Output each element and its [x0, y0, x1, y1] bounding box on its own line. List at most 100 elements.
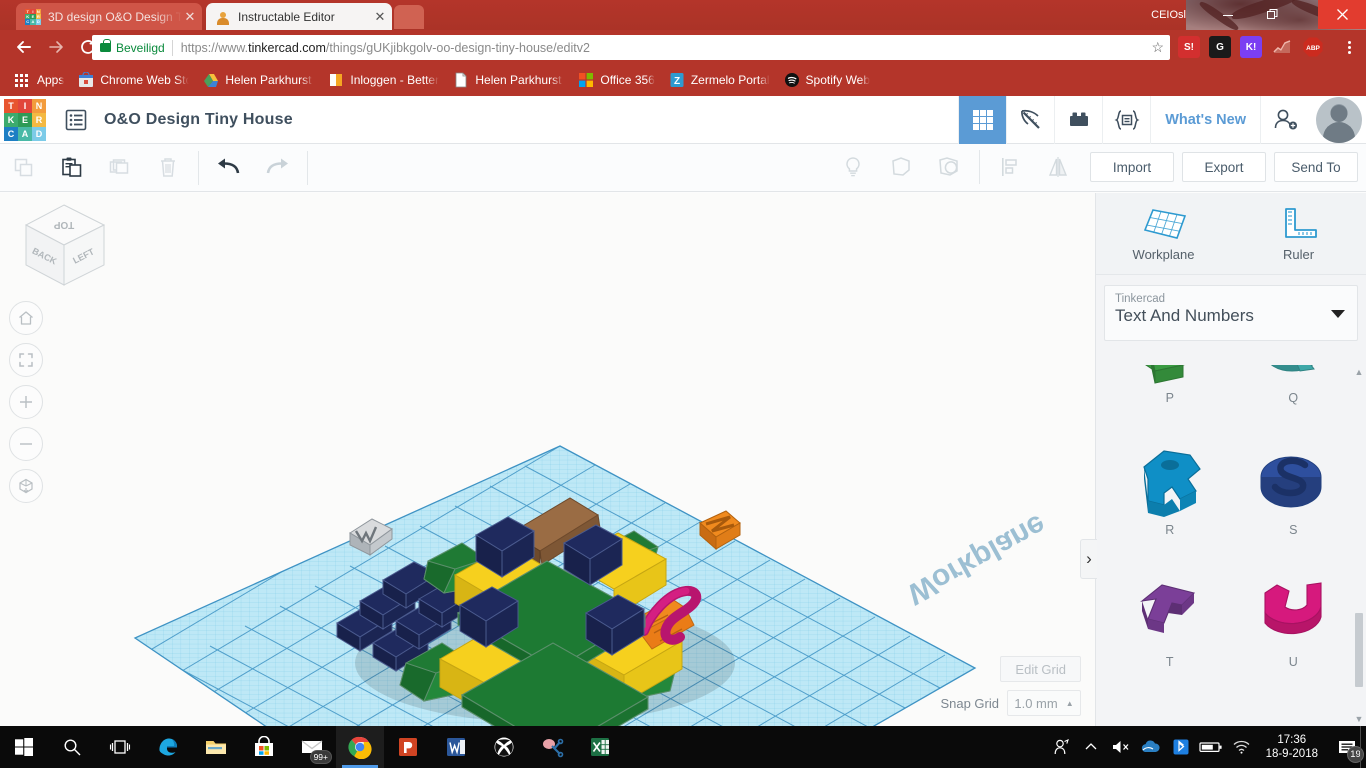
bookmark-bettermarks[interactable]: Inloggen - Bettermar: [321, 68, 446, 92]
view-cube[interactable]: TOP BACK LEFT: [16, 199, 112, 291]
stats-extension-icon[interactable]: [1271, 36, 1293, 58]
bookmark-star-icon[interactable]: ☆: [1145, 39, 1164, 56]
home-view-button[interactable]: [9, 301, 43, 335]
word-button[interactable]: [432, 726, 480, 768]
bookmark-apps[interactable]: Apps: [8, 68, 71, 92]
minecraft-pickaxe-icon[interactable]: [1006, 96, 1054, 144]
tab-tinkercad[interactable]: TIN KER CAD 3D design O&O Design Tiny Ho…: [16, 3, 202, 30]
url-input[interactable]: Beveiligd https://www.tinkercad.com/thin…: [92, 35, 1170, 60]
ungroup-button[interactable]: [925, 144, 973, 190]
shutterstock-extension-icon[interactable]: S!: [1178, 36, 1200, 58]
list-gallery-icon[interactable]: [56, 96, 96, 144]
tab-close-icon[interactable]: ✕: [182, 9, 198, 25]
back-button[interactable]: [8, 30, 40, 64]
edit-grid-button[interactable]: Edit Grid: [1000, 656, 1081, 682]
powerpoint-button[interactable]: [384, 726, 432, 768]
start-button[interactable]: [0, 726, 48, 768]
trash-button[interactable]: [144, 145, 192, 191]
codeblocks-icon[interactable]: [1102, 96, 1150, 144]
paste-button[interactable]: [48, 145, 96, 191]
snip-sketch-button[interactable]: [528, 726, 576, 768]
scroll-up-icon[interactable]: ▲: [1354, 367, 1364, 377]
bookmark-helen-parkhurst-doc[interactable]: Helen Parkhurst - Lee: [446, 68, 571, 92]
import-button[interactable]: Import: [1090, 152, 1174, 182]
edge-button[interactable]: [144, 726, 192, 768]
bookmark-zermelo-portal[interactable]: Z Zermelo Portal: [662, 68, 777, 92]
tinkercad-logo[interactable]: TIN KER CAD: [4, 98, 46, 141]
lightbulb-button[interactable]: [829, 144, 877, 190]
scrollbar-thumb[interactable]: [1355, 613, 1363, 687]
lego-brick-icon[interactable]: [1054, 96, 1102, 144]
volume-muted-icon[interactable]: [1106, 726, 1136, 768]
shape-thumb-p: [1144, 365, 1185, 384]
bluetooth-icon[interactable]: [1166, 726, 1196, 768]
wifi-icon[interactable]: [1226, 726, 1256, 768]
3d-model[interactable]: [0, 193, 1095, 726]
fit-view-button[interactable]: [9, 343, 43, 377]
snap-grid-select[interactable]: 1.0 mm ▲: [1007, 690, 1081, 716]
avatar[interactable]: [1316, 97, 1362, 143]
bettermarks-icon: [328, 72, 344, 88]
grammarly-extension-icon[interactable]: G: [1209, 36, 1231, 58]
show-hidden-icons-icon[interactable]: [1076, 726, 1106, 768]
chrome-button[interactable]: [336, 726, 384, 768]
align-button[interactable]: [986, 144, 1034, 190]
adblock-plus-extension-icon[interactable]: ABP: [1302, 36, 1324, 58]
bookmark-office-356[interactable]: Office 356: [571, 68, 661, 92]
mirror-button[interactable]: [1034, 144, 1082, 190]
shape-library-select[interactable]: Tinkercad Text And Numbers: [1104, 285, 1358, 341]
bookmark-spotify-web[interactable]: Spotify Web: [777, 68, 877, 92]
add-person-icon[interactable]: [1260, 96, 1310, 144]
3d-viewport[interactable]: Workplane TOP BACK LEFT Edit Grid Snap G…: [0, 193, 1095, 726]
shape-item-t[interactable]: T: [1108, 571, 1232, 669]
shape-item-q[interactable]: Q: [1232, 365, 1356, 405]
group-button[interactable]: [877, 144, 925, 190]
scroll-down-icon[interactable]: ▼: [1354, 714, 1364, 724]
folder-icon: [206, 741, 226, 754]
shape-item-r[interactable]: R: [1108, 439, 1232, 537]
duplicate-button[interactable]: [96, 145, 144, 191]
kahoot-extension-icon[interactable]: K!: [1240, 36, 1262, 58]
microsoft-store-button[interactable]: [240, 726, 288, 768]
copy-button[interactable]: [0, 145, 48, 191]
battery-icon[interactable]: [1196, 726, 1226, 768]
zoom-out-button[interactable]: [9, 427, 43, 461]
panel-collapse-handle[interactable]: ›: [1080, 539, 1097, 579]
show-desktop-button[interactable]: [1360, 726, 1366, 768]
onedrive-icon[interactable]: [1136, 726, 1166, 768]
profile-name[interactable]: CEIOsl: [1143, 3, 1194, 27]
perspective-toggle-button[interactable]: [9, 469, 43, 503]
chrome-menu-icon[interactable]: [1338, 36, 1360, 58]
forward-button[interactable]: [40, 30, 72, 64]
export-button[interactable]: Export: [1182, 152, 1266, 182]
excel-button[interactable]: [576, 726, 624, 768]
zoom-in-button[interactable]: [9, 385, 43, 419]
whats-new-link[interactable]: What's New: [1150, 96, 1260, 144]
shape-list[interactable]: P Q R S T U ▲ ▼: [1096, 365, 1366, 726]
tab-close-icon[interactable]: ✕: [372, 9, 388, 25]
bookmark-chrome-web-store[interactable]: Chrome Web Store -: [71, 68, 196, 92]
shape-item-u[interactable]: U: [1232, 571, 1356, 669]
mail-button[interactable]: 99+: [288, 726, 336, 768]
new-tab-button[interactable]: [394, 5, 424, 29]
file-explorer-button[interactable]: [192, 726, 240, 768]
people-icon[interactable]: [1046, 726, 1076, 768]
bookmark-helen-parkhurst-drive[interactable]: Helen Parkhurst — D: [196, 68, 321, 92]
shape-item-s[interactable]: S: [1232, 439, 1356, 537]
send-to-button[interactable]: Send To: [1274, 152, 1358, 182]
redo-button[interactable]: [253, 145, 301, 191]
tab-instructables[interactable]: Instructable Editor ✕: [206, 3, 392, 30]
clock[interactable]: 17:36 18-9-2018: [1256, 726, 1328, 768]
shape-list-scrollbar[interactable]: ▲ ▼: [1354, 365, 1364, 726]
workplane-tool[interactable]: Workplane: [1096, 193, 1231, 274]
close-window-button[interactable]: [1318, 0, 1366, 29]
search-button[interactable]: [48, 726, 96, 768]
blocks-grid-icon[interactable]: [958, 96, 1007, 144]
xbox-button[interactable]: [480, 726, 528, 768]
undo-button[interactable]: [205, 145, 253, 191]
shape-item-p[interactable]: P: [1108, 365, 1232, 405]
ruler-tool[interactable]: Ruler: [1231, 193, 1366, 274]
maximize-button[interactable]: [1250, 0, 1295, 29]
minimize-button[interactable]: [1205, 0, 1250, 29]
task-view-button[interactable]: [96, 726, 144, 768]
